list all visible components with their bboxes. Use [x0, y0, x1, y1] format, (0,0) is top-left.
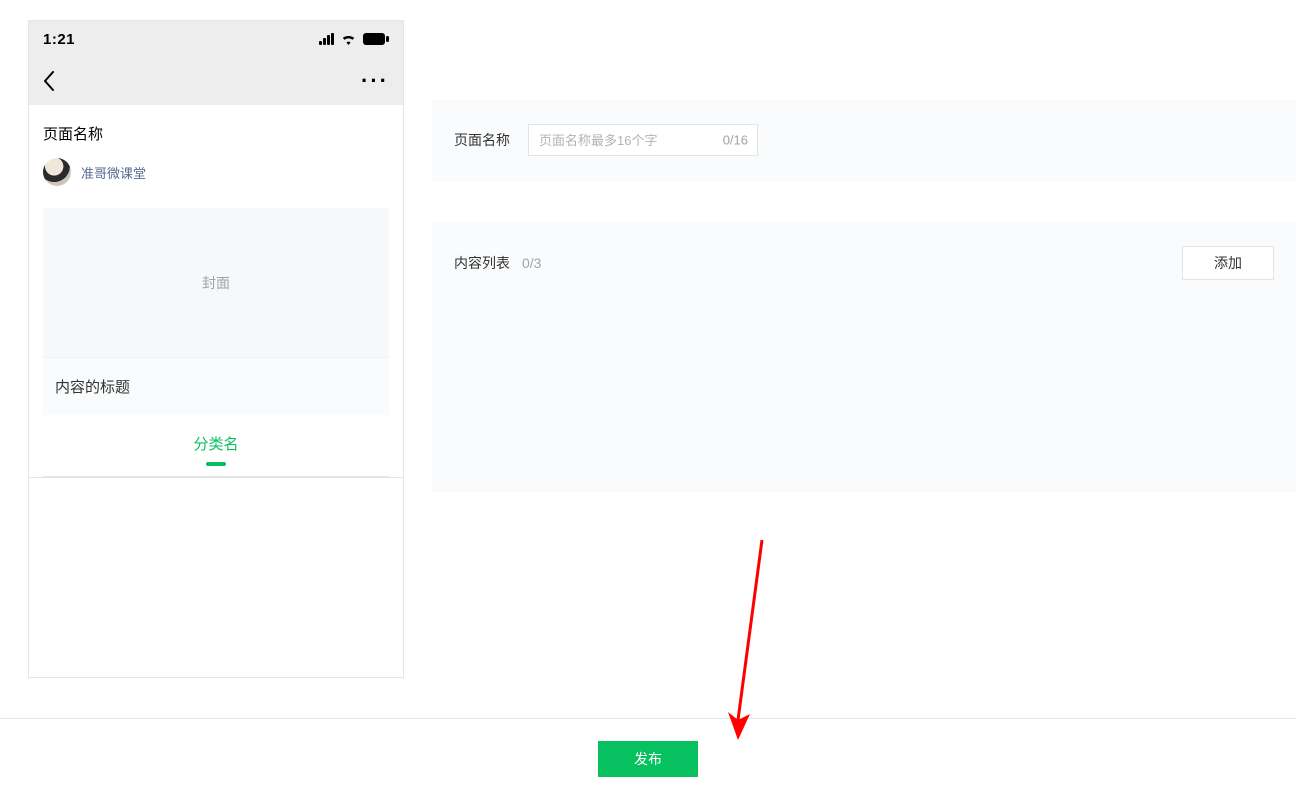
- more-icon[interactable]: ···: [361, 70, 389, 92]
- avatar: [43, 158, 71, 186]
- nav-bar: ···: [29, 57, 403, 105]
- form-column: 页面名称 0/16 内容列表 0/3 添加: [432, 20, 1296, 532]
- content-title: 内容的标题: [43, 358, 389, 415]
- page-name-panel: 页面名称 0/16: [432, 100, 1296, 182]
- content-list-label: 内容列表: [454, 253, 510, 273]
- category-tabs: 分类名: [43, 415, 389, 477]
- cover-card: 封面 内容的标题: [43, 208, 389, 415]
- add-content-button[interactable]: 添加: [1182, 246, 1274, 280]
- phone-preview: 1:21 ··· 页面名称 准哥微课堂: [28, 20, 404, 678]
- page-name-label: 页面名称: [454, 130, 510, 150]
- category-tab[interactable]: 分类名: [193, 433, 238, 464]
- wifi-icon: [340, 33, 357, 45]
- battery-icon: [363, 33, 389, 45]
- content-list-panel: 内容列表 0/3 添加: [432, 222, 1296, 492]
- preview-empty-area: [29, 477, 403, 677]
- publish-button[interactable]: 发布: [598, 741, 698, 777]
- cover-placeholder: 封面: [43, 208, 389, 358]
- status-icons: [319, 33, 389, 45]
- author-name: 准哥微课堂: [81, 163, 146, 182]
- preview-page-name: 页面名称: [43, 123, 389, 144]
- footer-actions: 发布: [0, 719, 1296, 807]
- back-icon[interactable]: [43, 71, 55, 91]
- signal-icon: [319, 33, 334, 45]
- author-row: 准哥微课堂: [43, 158, 389, 186]
- status-bar: 1:21: [29, 21, 403, 57]
- content-list-counter: 0/3: [522, 255, 541, 271]
- page-name-counter: 0/16: [723, 133, 748, 148]
- status-time: 1:21: [43, 31, 75, 48]
